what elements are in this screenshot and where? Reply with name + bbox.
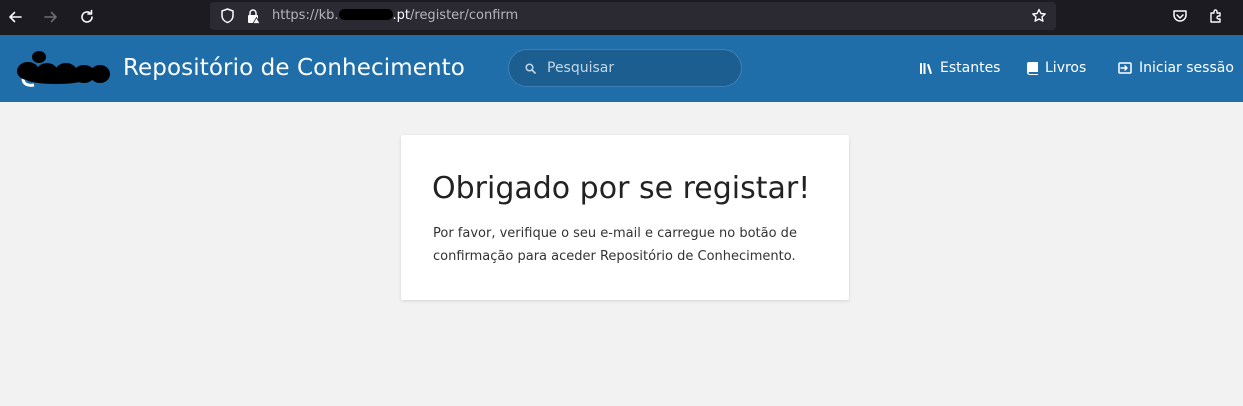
- page-title: Obrigado por se registar!: [432, 171, 811, 206]
- nav-login-label: Iniciar sessão: [1139, 60, 1234, 76]
- url-redaction: [338, 9, 393, 20]
- search-box[interactable]: [508, 49, 742, 87]
- search-input[interactable]: [547, 59, 727, 77]
- back-button[interactable]: [2, 4, 28, 30]
- url-prefix: https://kb.: [272, 8, 339, 23]
- bookmark-star-icon[interactable]: [1030, 7, 1048, 25]
- site-logo[interactable]: [14, 45, 112, 91]
- app-header: Repositório de Conhecimento Estantes Liv…: [0, 35, 1243, 102]
- reload-button[interactable]: [74, 4, 100, 30]
- nav-books-label: Livros: [1045, 60, 1087, 76]
- nav-books-link[interactable]: Livros: [1027, 60, 1086, 76]
- nav-login-link[interactable]: Iniciar sessão: [1118, 60, 1234, 76]
- tracking-protection-icon[interactable]: [218, 7, 236, 25]
- confirmation-message: Por favor, verifique o seu e-mail e carr…: [433, 222, 833, 268]
- forward-button[interactable]: [38, 4, 64, 30]
- nav-shelves-link[interactable]: Estantes: [920, 60, 1000, 76]
- book-icon: [1027, 61, 1038, 75]
- address-bar[interactable]: https://kb. .pt/register/confirm: [210, 2, 1056, 30]
- lock-warning-icon[interactable]: [244, 7, 262, 25]
- nav-shelves-label: Estantes: [940, 60, 1001, 76]
- confirmation-card: Obrigado por se registar! Por favor, ver…: [401, 135, 849, 300]
- search-icon: [523, 61, 537, 75]
- pocket-icon[interactable]: [1170, 6, 1190, 26]
- message-line-1: Por favor, verifique o seu e-mail e carr…: [433, 226, 797, 241]
- bookshelf-icon: [920, 62, 933, 74]
- url-text: https://kb. .pt/register/confirm: [272, 8, 518, 23]
- extensions-puzzle-icon[interactable]: [1206, 6, 1226, 26]
- url-domain-tail: .pt: [392, 8, 410, 23]
- arrow-left-icon: [9, 11, 22, 23]
- message-line-2: confirmação para aceder Repositório de C…: [433, 249, 796, 264]
- reload-icon: [81, 9, 93, 23]
- login-icon: [1118, 62, 1132, 74]
- browser-toolbar: https://kb. .pt/register/confirm: [0, 0, 1243, 35]
- url-path: /register/confirm: [410, 8, 519, 23]
- app-title[interactable]: Repositório de Conhecimento: [123, 55, 465, 81]
- arrow-right-icon: [44, 11, 57, 23]
